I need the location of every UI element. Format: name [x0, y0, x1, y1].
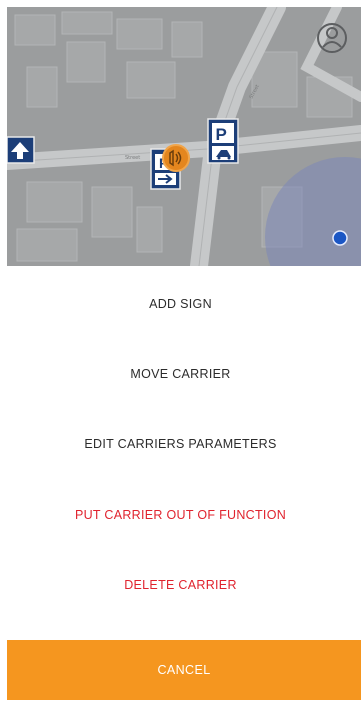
svg-text:P: P	[216, 125, 227, 144]
edit-carrier-parameters-button[interactable]: EDIT CARRIERS PARAMETERS	[0, 424, 361, 464]
move-carrier-button[interactable]: MOVE CARRIER	[0, 354, 361, 394]
location-dot-icon	[332, 230, 348, 246]
action-sheet: ADD SIGN MOVE CARRIER EDIT CARRIERS PARA…	[0, 266, 361, 701]
map-canvas: Street Street P P	[7, 7, 361, 266]
street-label: Street	[125, 155, 140, 161]
parking-sign-icon[interactable]: P	[207, 118, 239, 164]
one-way-arrow-sign-icon[interactable]	[7, 136, 35, 164]
put-carrier-out-of-function-button[interactable]: PUT CARRIER OUT OF FUNCTION	[0, 495, 361, 535]
map-view[interactable]: Street Street P P	[7, 7, 361, 266]
cancel-button[interactable]: CANCEL	[7, 640, 361, 700]
delete-carrier-button[interactable]: DELETE CARRIER	[0, 565, 361, 605]
add-sign-button[interactable]: ADD SIGN	[0, 284, 361, 324]
